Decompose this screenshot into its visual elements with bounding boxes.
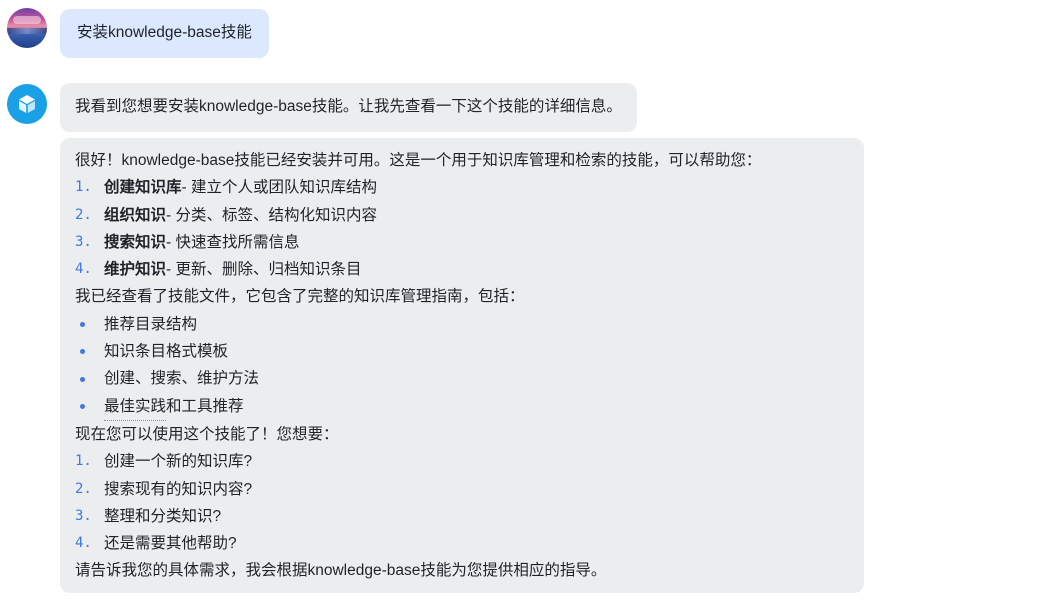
list-number: 4.: [75, 535, 92, 552]
list-item: 最佳实践 和工具推荐: [75, 393, 849, 421]
assistant-message-text: 我看到您想要安装knowledge-base技能。让我先查看一下这个技能的详细信…: [75, 98, 622, 115]
list-item: 1. 创建知识库 - 建立个人或团队知识库结构: [75, 174, 849, 201]
bullet-icon: [75, 393, 104, 421]
list-number: 3.: [75, 507, 92, 524]
option-text: 创建一个新的知识库?: [104, 453, 253, 471]
bullet-text: 和工具推荐: [166, 397, 244, 415]
assistant-message-bubble: 我看到您想要安装knowledge-base技能。让我先查看一下这个技能的详细信…: [60, 83, 637, 132]
list-item: 2. 搜索现有的知识内容?: [75, 476, 849, 503]
list-item: 3. 整理和分类知识?: [75, 503, 849, 530]
list-item: 创建、搜索、维护方法: [75, 365, 849, 392]
list-item: 1. 创建一个新的知识库?: [75, 448, 849, 475]
list-item: 4. 还是需要其他帮助?: [75, 530, 849, 557]
option-text: 搜索现有的知识内容?: [104, 480, 253, 498]
feature-desc: - 快速查找所需信息: [166, 233, 300, 251]
list-item: 推荐目录结构: [75, 311, 849, 338]
bullet-text: 推荐目录结构: [104, 315, 198, 333]
feature-title: 组织知识: [104, 206, 167, 224]
user-message-bubble: 安装knowledge-base技能: [60, 9, 269, 58]
list-item: 知识条目格式模板: [75, 338, 849, 365]
closing-text: 请告诉我您的具体需求，我会根据knowledge-base技能为您提供相应的指导…: [75, 562, 607, 580]
list-item: 4. 维护知识 - 更新、删除、归档知识条目: [75, 256, 849, 283]
list-number: 4.: [75, 261, 92, 278]
feature-title: 搜索知识: [104, 233, 167, 251]
intro-text: 很好！knowledge-base技能已经安装并可用。这是一个用于知识库管理和检…: [75, 152, 762, 169]
feature-title: 创建知识库: [104, 179, 182, 197]
list-number: 1.: [75, 453, 92, 470]
bullet-icon: [75, 365, 104, 392]
assistant-message-bubble: 很好！knowledge-base技能已经安装并可用。这是一个用于知识库管理和检…: [60, 138, 864, 593]
feature-list: 1. 创建知识库 - 建立个人或团队知识库结构 2. 组织知识 - 分类、标签、…: [75, 174, 849, 283]
bullet-list: 推荐目录结构 知识条目格式模板 创建、搜索、维护方法 最佳实践 和工具推荐: [75, 311, 849, 421]
bullet-text-highlight: 最佳实践: [104, 393, 167, 421]
review-text: 我已经查看了技能文件，它包含了完整的知识库管理指南，包括：: [75, 288, 525, 306]
list-item: 3. 搜索知识 - 快速查找所需信息: [75, 229, 849, 256]
list-number: 2.: [75, 206, 92, 223]
bullet-icon: [75, 338, 104, 365]
option-text: 整理和分类知识?: [104, 507, 222, 525]
list-number: 1.: [75, 179, 92, 196]
feature-desc: - 分类、标签、结构化知识内容: [166, 206, 377, 224]
now-text: 现在您可以使用这个技能了！您想要：: [75, 425, 339, 443]
option-text: 还是需要其他帮助?: [104, 535, 237, 553]
feature-title: 维护知识: [104, 261, 167, 279]
list-number: 3.: [75, 233, 92, 250]
user-message-text: 安装knowledge-base技能: [77, 24, 252, 41]
list-item: 2. 组织知识 - 分类、标签、结构化知识内容: [75, 202, 849, 229]
cube-icon: [19, 95, 35, 113]
user-avatar: [7, 8, 47, 48]
bullet-text: 知识条目格式模板: [104, 343, 229, 361]
feature-desc: - 建立个人或团队知识库结构: [181, 179, 377, 197]
assistant-avatar: [7, 84, 47, 124]
list-number: 2.: [75, 480, 92, 497]
bullet-text: 创建、搜索、维护方法: [104, 370, 260, 388]
bullet-icon: [75, 311, 104, 338]
option-list: 1. 创建一个新的知识库? 2. 搜索现有的知识内容? 3. 整理和分类知识? …: [75, 448, 849, 557]
feature-desc: - 更新、删除、归档知识条目: [166, 261, 362, 279]
